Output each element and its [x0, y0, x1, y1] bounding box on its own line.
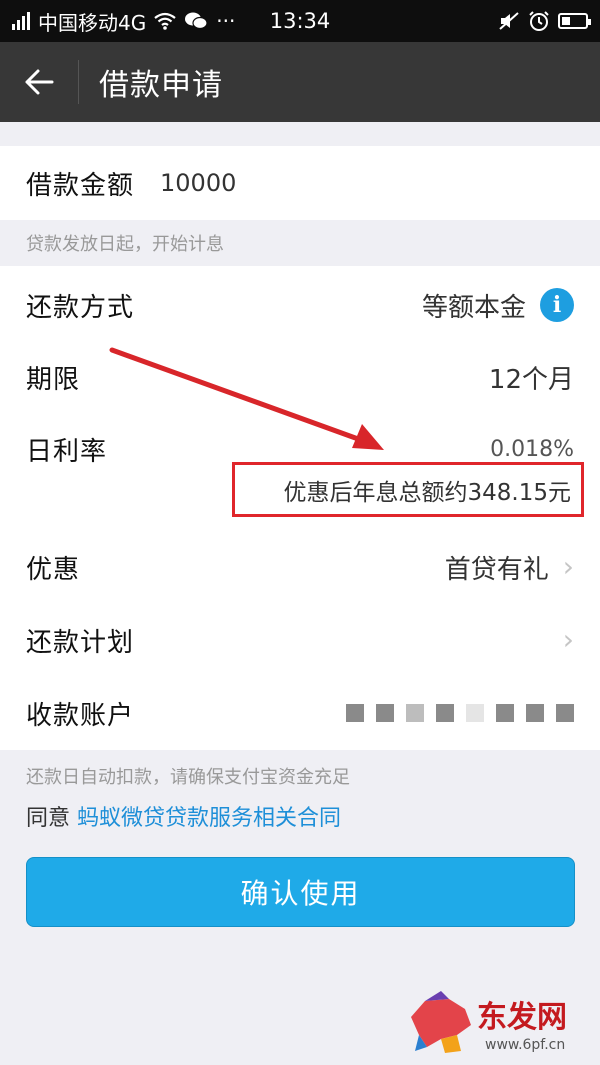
watermark-site-name: 东发网: [477, 1000, 567, 1035]
chevron-right-icon: ›: [562, 623, 574, 656]
receive-account-row[interactable]: 收款账户: [0, 678, 600, 748]
discount-label: 优惠: [26, 554, 81, 585]
receive-account-label: 收款账户: [26, 700, 135, 731]
repay-plan-row[interactable]: 还款计划 ›: [0, 605, 600, 675]
masked-account-value: [346, 704, 574, 722]
agreement-link[interactable]: 蚂蚁微贷贷款服务相关合同: [77, 806, 341, 831]
agreement-line: 同意 蚂蚁微贷贷款服务相关合同: [26, 800, 341, 832]
agree-prefix: 同意: [26, 806, 77, 831]
watermark-url: www.6pf.cn: [485, 1037, 565, 1053]
repay-plan-label: 还款计划: [26, 627, 135, 658]
discount-row[interactable]: 优惠 首贷有礼 ›: [0, 532, 600, 602]
chevron-right-icon: ›: [562, 550, 574, 583]
auto-debit-note: 还款日自动扣款，请确保支付宝资金充足: [26, 767, 350, 788]
site-watermark-logo: 东发网 www.6pf.cn: [411, 991, 567, 1053]
discount-value: 首贷有礼: [444, 554, 549, 585]
confirm-button[interactable]: 确认使用: [26, 857, 575, 927]
